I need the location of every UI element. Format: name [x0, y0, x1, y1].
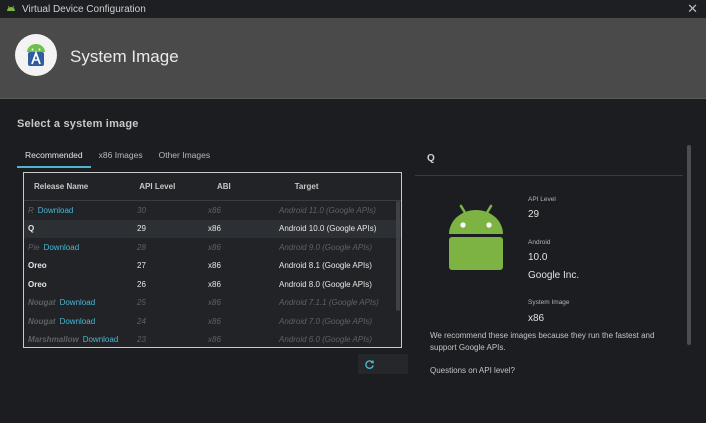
system-image-label: System Image: [528, 299, 570, 306]
column-target[interactable]: Target: [283, 182, 401, 191]
window-title: Virtual Device Configuration: [22, 3, 146, 15]
api-level: 27: [137, 261, 146, 271]
download-link[interactable]: Download: [60, 298, 96, 307]
image-tabs: Recommended x86 Images Other Images: [17, 148, 218, 168]
table-row[interactable]: Oreo 27 x86 Android 8.1 (Google APIs): [24, 257, 401, 276]
api-level-label: API Level: [528, 196, 556, 203]
release-name: Nougat: [28, 316, 56, 326]
table-header: Release Name API Level ABI Target: [24, 173, 401, 201]
recommendation-text: We recommend these images because they r…: [430, 331, 655, 352]
abi: x86: [208, 261, 221, 271]
table-row[interactable]: Nougat Download 24 x86 Android 7.0 (Googl…: [24, 312, 401, 331]
tab-recommended[interactable]: Recommended: [17, 148, 91, 168]
target: Android 6.0 (Google APIs): [279, 335, 373, 345]
android-studio-icon: [15, 34, 57, 76]
release-name: Oreo: [28, 279, 47, 289]
release-name: Oreo: [28, 261, 47, 271]
target: Android 10.0 (Google APIs): [279, 224, 377, 234]
abi: x86: [208, 316, 221, 326]
release-name: R: [28, 205, 34, 215]
target: Android 9.0 (Google APIs): [279, 242, 373, 252]
android-label: Android: [528, 239, 551, 246]
details-panel: Q: [415, 143, 685, 423]
android-app-icon: [7, 5, 15, 11]
tab-x86-images[interactable]: x86 Images: [91, 148, 151, 168]
abi: x86: [208, 335, 221, 345]
refresh-icon: [365, 359, 374, 369]
api-level: 29: [137, 224, 146, 234]
column-abi[interactable]: ABI: [205, 182, 283, 191]
download-link[interactable]: Download: [44, 243, 80, 252]
table-scrollbar[interactable]: [396, 201, 400, 311]
table-row[interactable]: Oreo 26 x86 Android 8.0 (Google APIs): [24, 275, 401, 294]
vendor: Google Inc.: [528, 270, 580, 281]
header-banner: System Image: [0, 18, 706, 99]
api-level-question-link[interactable]: Questions on API level?: [430, 366, 515, 375]
abi: x86: [208, 279, 221, 289]
release-name: Pie: [28, 242, 40, 252]
release-name: Nougat: [28, 298, 56, 308]
target: Android 8.0 (Google APIs): [279, 279, 372, 289]
api-level: 24: [137, 316, 146, 326]
api-level: 28: [137, 242, 146, 252]
abi: x86: [208, 205, 221, 215]
target: Android 7.0 (Google APIs): [279, 316, 373, 326]
target: Android 7.1.1 (Google APIs): [279, 298, 379, 308]
api-level: 26: [137, 279, 146, 289]
refresh-button[interactable]: [358, 354, 408, 374]
android-version: 10.0: [528, 252, 548, 263]
table-row[interactable]: R Download 30 x86 Android 11.0 (Google AP…: [24, 201, 401, 220]
download-link[interactable]: Download: [83, 335, 119, 344]
table-row[interactable]: Nougat Download 25 x86 Android 7.1.1 (Goo…: [24, 294, 401, 313]
android-robot-icon: [449, 204, 503, 270]
abi: x86: [208, 298, 221, 308]
table-row-selected[interactable]: Q 29 x86 Android 10.0 (Google APIs): [24, 219, 401, 238]
download-link[interactable]: Download: [38, 206, 74, 215]
abi: x86: [208, 242, 221, 252]
api-level-value: 29: [528, 209, 540, 220]
abi: x86: [208, 224, 221, 234]
tab-other-images[interactable]: Other Images: [151, 148, 219, 168]
window-titlebar: Virtual Device Configuration ✕: [0, 0, 706, 18]
release-name: Marshmallow: [28, 335, 79, 345]
target: Android 11.0 (Google APIs): [279, 205, 376, 215]
download-link[interactable]: Download: [60, 317, 96, 326]
page-title: System Image: [70, 47, 179, 66]
system-image-value: x86: [528, 313, 545, 324]
api-level: 23: [137, 335, 146, 345]
details-title: Q: [415, 143, 683, 176]
api-level: 25: [137, 298, 146, 308]
system-image-table: Release Name API Level ABI Target R Downl…: [23, 172, 402, 348]
column-release-name[interactable]: Release Name: [24, 182, 129, 191]
release-name: Q: [28, 224, 35, 234]
section-title: Select a system image: [17, 118, 139, 130]
column-api-level[interactable]: API Level: [129, 182, 205, 191]
details-scrollbar[interactable]: [687, 145, 691, 345]
api-level: 30: [137, 205, 146, 215]
target: Android 8.1 (Google APIs): [279, 261, 372, 271]
table-row[interactable]: Marshmallow Download 23 x86 Android 6.0 (…: [24, 331, 401, 348]
table-row[interactable]: Pie Download 28 x86 Android 9.0 (Google A…: [24, 238, 401, 257]
close-icon[interactable]: ✕: [687, 1, 698, 17]
